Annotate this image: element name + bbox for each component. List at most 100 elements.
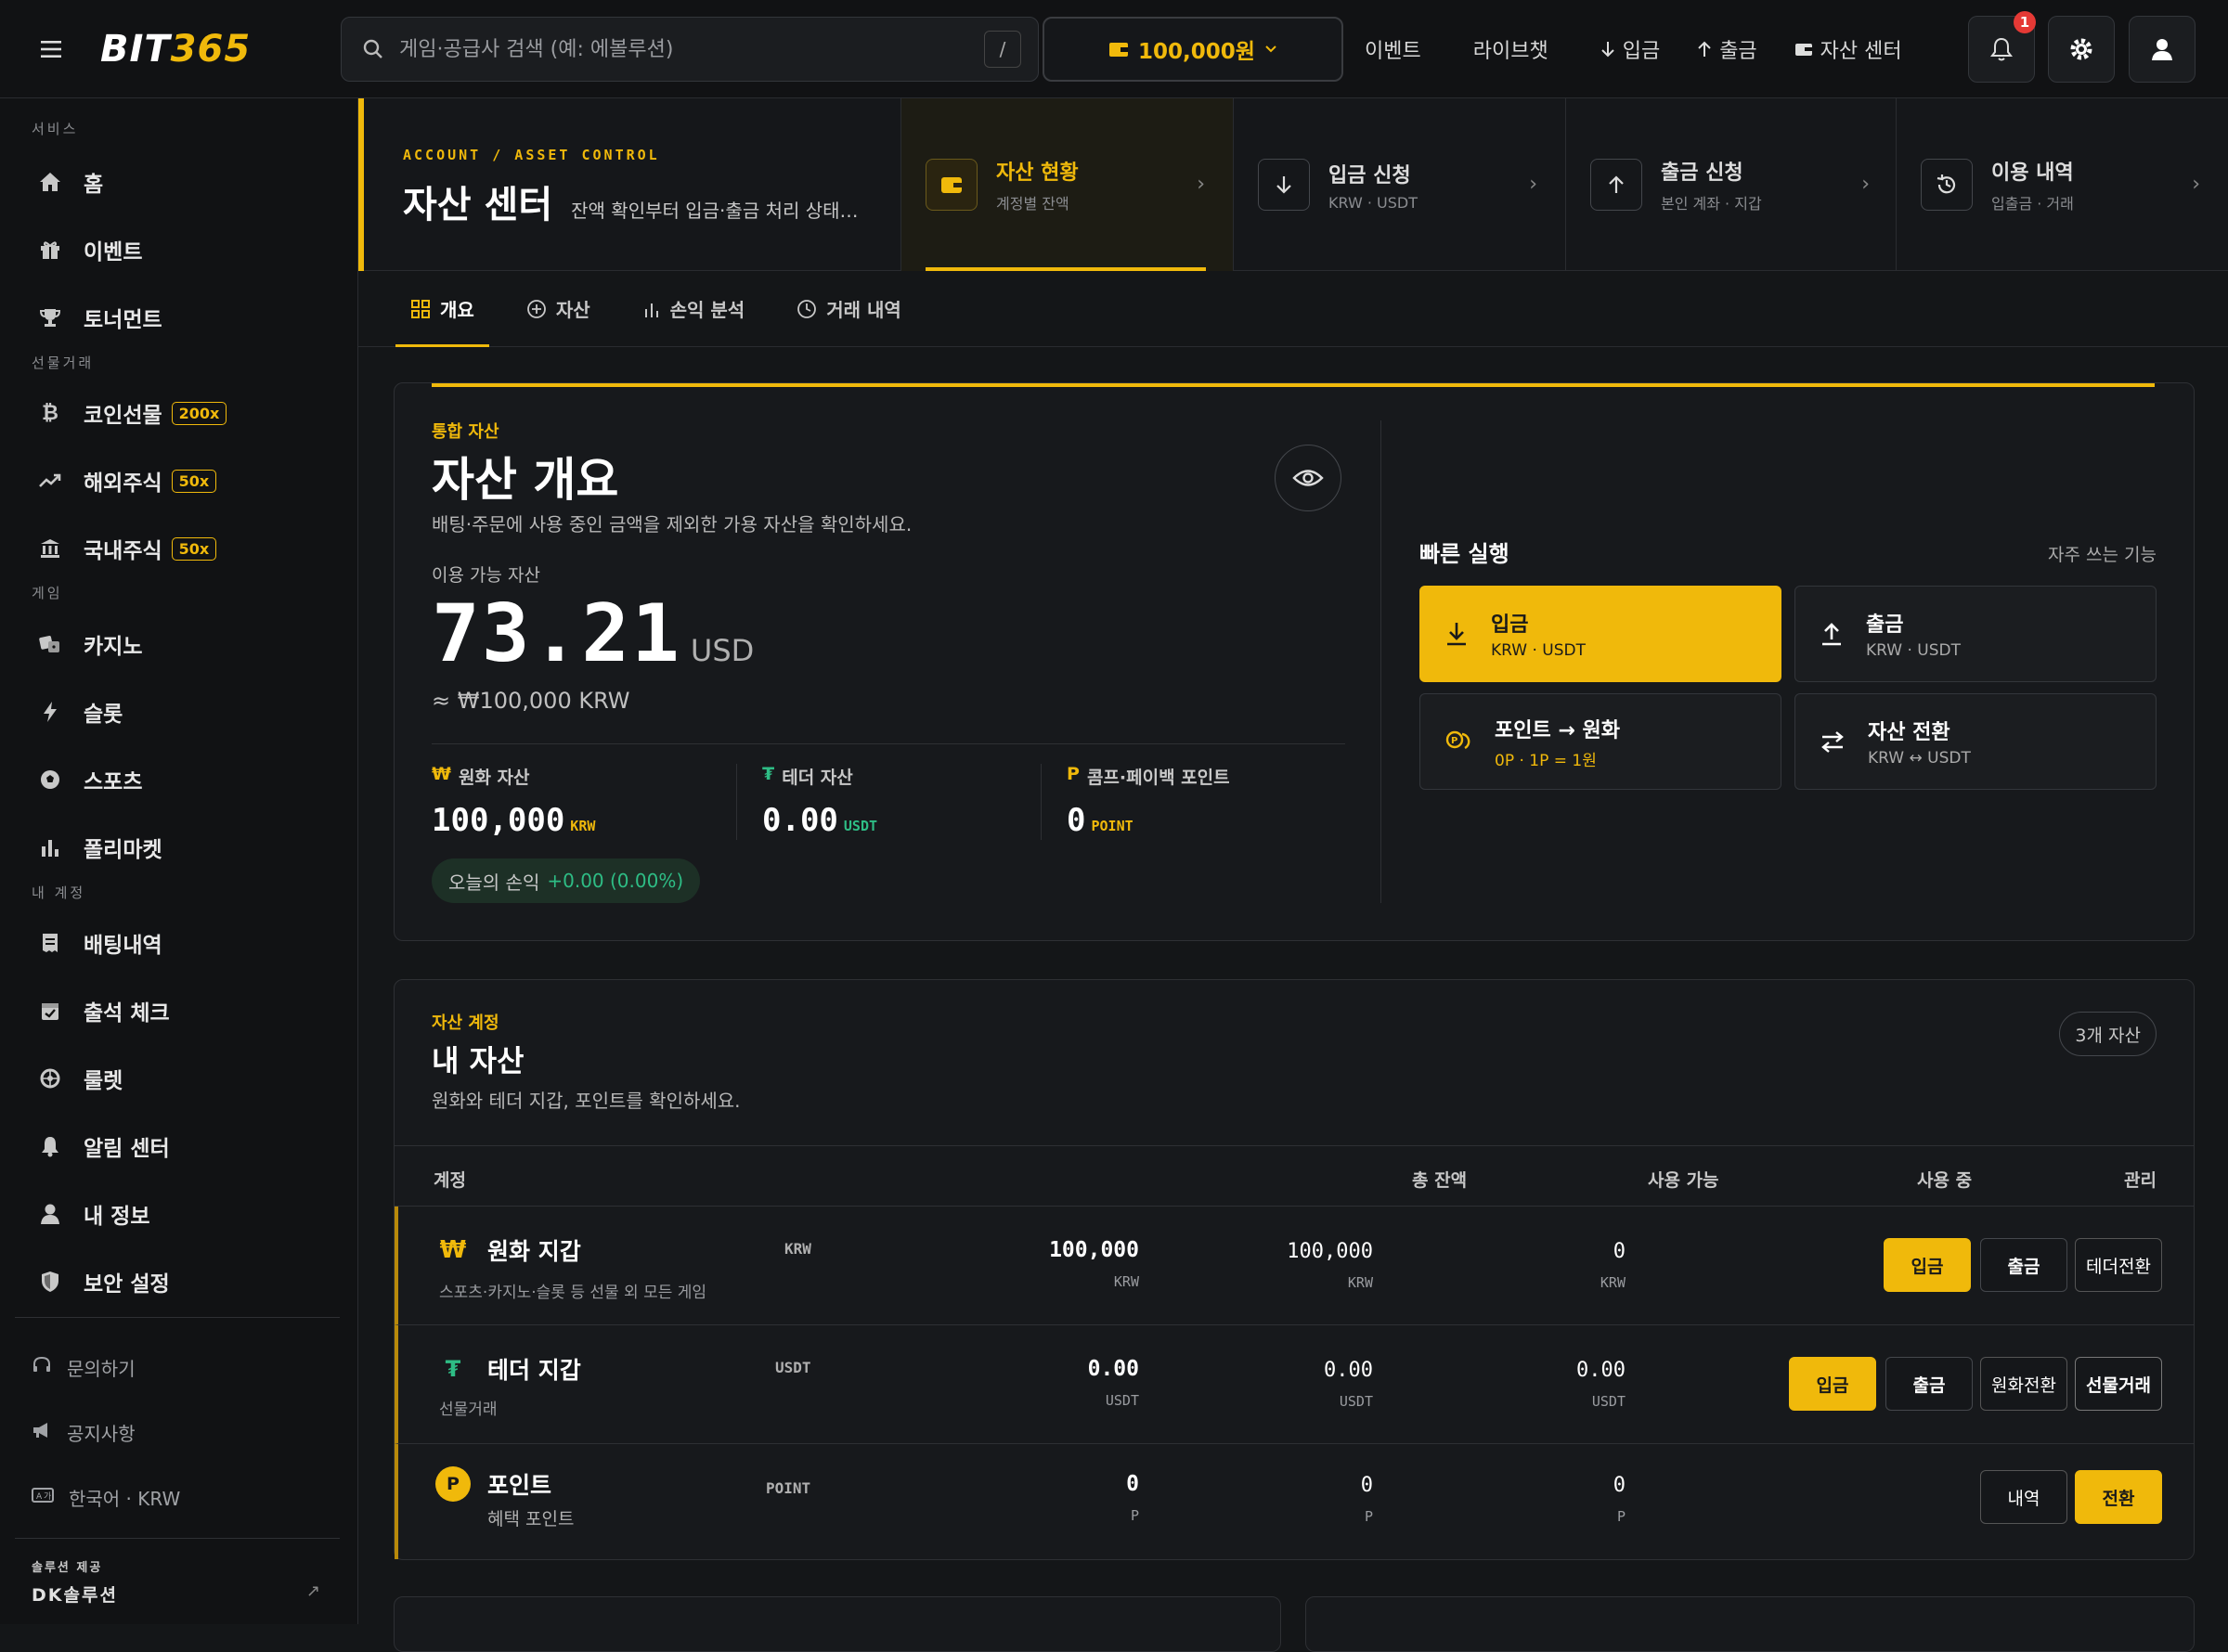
external-link-icon[interactable]: ↗	[306, 1581, 320, 1601]
sidebar-item-label: 코인선물	[84, 404, 162, 428]
sidebar-item-roulette[interactable]: 룰렛	[32, 1051, 338, 1106]
futures-trade-button[interactable]: 선물거래	[2075, 1357, 2162, 1411]
unit: KRW	[1113, 1273, 1139, 1290]
won-icon: ₩	[439, 1236, 467, 1264]
point-convert-button[interactable]: 전환	[2075, 1470, 2162, 1524]
logo[interactable]: BIT365	[100, 28, 251, 71]
search-shortcut-key: /	[984, 31, 1021, 68]
header-card-withdraw[interactable]: 출금 신청 본인 계좌 · 지갑 ›	[1565, 98, 1898, 271]
quick-point-convert-button[interactable]: P 포인트 → 원화 0P · 1P = 1원	[1419, 693, 1781, 790]
sidebar-footer-language[interactable]: A 가 한국어 · KRW	[32, 1474, 180, 1520]
chevron-right-icon: ›	[1529, 173, 1537, 196]
sidebar-item-polymarket[interactable]: 폴리마켓	[32, 820, 338, 875]
total-balance: 100,000	[1049, 1238, 1139, 1262]
balance-usdt: ₮ 테더 자산 0.00 USDT	[762, 764, 877, 839]
sidebar-item-label: 폴리마켓	[84, 838, 162, 862]
sidebar: 서비스 홈 이벤트 토너먼트 선물거래 ₿ 코인선물 200x 해외주식 50x 국내…	[0, 98, 358, 1624]
tab-transactions[interactable]: 거래 내역	[782, 271, 916, 346]
header-card-title: 입금 신청	[1328, 163, 1411, 187]
sidebar-item-label: 토너먼트	[84, 308, 162, 332]
notification-button[interactable]: 1	[1968, 11, 2036, 83]
home-icon	[32, 171, 69, 193]
user-icon	[2152, 39, 2172, 60]
sidebar-item-label: 출석 체크	[84, 1001, 170, 1026]
sidebar-item-coin-futures[interactable]: ₿ 코인선물 200x	[32, 385, 338, 441]
sidebar-item-label: 보안 설정	[84, 1272, 170, 1297]
header-card-history[interactable]: 이용 내역 입출금 · 거래 ›	[1896, 98, 2228, 271]
toggle-visibility-button[interactable]	[1275, 445, 1341, 511]
user-icon	[32, 1203, 69, 1225]
quick-action-sub: KRW · USDT	[1866, 641, 1961, 660]
tab-label: 손익 분석	[669, 299, 745, 321]
quick-asset-swap-button[interactable]: 자산 전환 KRW ↔ USDT	[1794, 693, 2157, 790]
solution-name[interactable]: DK솔루션	[32, 1581, 118, 1607]
sidebar-item-casino[interactable]: 카지노	[32, 616, 338, 672]
quick-action-title: 포인트 → 원화	[1495, 718, 1620, 742]
header-card-deposit[interactable]: 입금 신청 KRW · USDT ›	[1233, 98, 1565, 271]
tether-icon: ₮	[445, 1356, 461, 1382]
bell-icon	[32, 1135, 69, 1157]
wallet-balance-button[interactable]: 100,000원	[1043, 17, 1343, 82]
sidebar-item-slot[interactable]: 슬롯	[32, 684, 338, 740]
arrow-up-icon	[1698, 41, 1711, 57]
withdraw-button[interactable]: 출금	[1885, 1357, 1973, 1411]
sidebar-footer-notice[interactable]: 공지사항	[32, 1409, 136, 1455]
language-icon: A가	[32, 1486, 54, 1509]
available-balance: 0	[1360, 1474, 1373, 1497]
tab-pnl-analysis[interactable]: 손익 분석	[628, 271, 760, 346]
nav-withdraw[interactable]: 출금	[1697, 34, 1757, 64]
header-card-sub: 본인 계좌 · 지갑	[1661, 195, 1762, 213]
quick-deposit-button[interactable]: 입금 KRW · USDT	[1419, 586, 1781, 682]
column-header: 계정	[434, 1170, 466, 1191]
sidebar-item-security[interactable]: 보안 설정	[32, 1254, 338, 1310]
arrow-down-icon	[1258, 159, 1310, 211]
convert-to-tether-button[interactable]: 테더전환	[2075, 1238, 2162, 1292]
deposit-button[interactable]: 입금	[1789, 1357, 1876, 1411]
tab-label: 거래 내역	[826, 299, 901, 321]
sidebar-item-overseas-stock[interactable]: 해외주식 50x	[32, 453, 338, 509]
gift-icon	[32, 239, 69, 261]
quick-action-sub: 0P · 1P = 1원	[1495, 751, 1597, 770]
withdraw-button[interactable]: 출금	[1980, 1238, 2067, 1292]
sidebar-item-sports[interactable]: 스포츠	[32, 752, 338, 807]
nav-livechat[interactable]: 라이브챗	[1473, 34, 1548, 64]
sidebar-item-tournament[interactable]: 토너먼트	[32, 290, 338, 345]
search-input[interactable]	[399, 37, 956, 61]
settings-button[interactable]	[2048, 16, 2115, 83]
sidebar-footer-label: 공지사항	[67, 1422, 136, 1445]
unit: P	[1616, 1508, 1626, 1525]
profile-button[interactable]	[2129, 16, 2196, 83]
point-history-button[interactable]: 내역	[1980, 1470, 2067, 1524]
nav-asset-center[interactable]: 자산 센터	[1794, 34, 1902, 64]
quick-withdraw-button[interactable]: 출금 KRW · USDT	[1794, 586, 2157, 682]
sidebar-item-bet-history[interactable]: 배팅내역	[32, 915, 338, 971]
sidebar-item-domestic-stock[interactable]: 국내주식 50x	[32, 521, 338, 576]
sidebar-item-event[interactable]: 이벤트	[32, 222, 338, 277]
deposit-button[interactable]: 입금	[1884, 1238, 1971, 1292]
sidebar-item-attendance[interactable]: 출석 체크	[32, 983, 338, 1039]
quick-action-sub: KRW ↔ USDT	[1868, 749, 1971, 768]
convert-to-won-button[interactable]: 원화전환	[1980, 1357, 2067, 1411]
sidebar-item-my-info[interactable]: 내 정보	[32, 1186, 338, 1242]
sidebar-item-home[interactable]: 홈	[32, 154, 338, 210]
column-header: 사용 중	[1917, 1170, 1973, 1191]
sidebar-item-label: 배팅내역	[84, 934, 162, 958]
header-card-sub: 입출금 · 거래	[1991, 195, 2074, 213]
sidebar-item-notification-center[interactable]: 알림 센터	[32, 1118, 338, 1174]
trend-up-icon	[32, 471, 69, 490]
tab-overview[interactable]: 개요	[395, 271, 489, 347]
header-card-asset-status[interactable]: 자산 현황 계정별 잔액 ›	[900, 98, 1233, 271]
sidebar-item-label: 내 정보	[84, 1205, 150, 1229]
sidebar-item-label: 슬롯	[84, 703, 123, 727]
available-balance: 100,000	[1287, 1240, 1373, 1263]
sidebar-footer-contact[interactable]: 문의하기	[32, 1344, 136, 1390]
nav-deposit[interactable]: 입금	[1600, 34, 1660, 64]
divider	[1380, 420, 1381, 903]
balance-krw: ₩ 원화 자산 100,000 KRW	[432, 764, 595, 839]
my-assets-card: 자산 계정 내 자산 원화와 테더 지갑, 포인트를 확인하세요. 3개 자산 …	[394, 979, 2195, 1560]
unit: P	[1130, 1507, 1139, 1524]
nav-event[interactable]: 이벤트	[1365, 34, 1421, 64]
tab-assets[interactable]: 자산	[512, 271, 605, 346]
top-bar: BIT365 / 100,000원 이벤트 라이브챗 입금 출금 자산 센터 1	[0, 0, 2228, 98]
menu-icon[interactable]	[24, 21, 80, 77]
